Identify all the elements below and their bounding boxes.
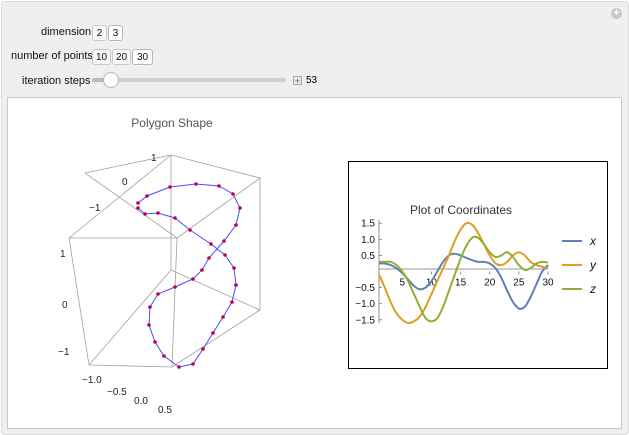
x-tick-label: 15: [455, 278, 467, 289]
x-tick-label: 30: [542, 278, 554, 289]
x-tick-label: 20: [484, 278, 496, 289]
y-tick-label: 1.0: [361, 235, 375, 246]
x-tick-label: 25: [513, 278, 525, 289]
coordinates-chart: Plot of Coordinates 5 10 15 20 25 30 1.51.00.…: [355, 203, 597, 326]
y-tick-label: −0.5: [355, 283, 375, 294]
y-tick-label: 0.5: [361, 251, 375, 262]
chart-series: [378, 221, 549, 325]
x-tick-label: 5: [400, 278, 406, 289]
legend-label-x: x: [589, 234, 597, 248]
legend-label-z: z: [589, 282, 596, 296]
chart-title: Plot of Coordinates: [410, 203, 512, 217]
legend-label-y: y: [589, 258, 597, 272]
chart-legend: xyz: [562, 234, 597, 296]
x-axis-ticks: 5 10 15 20 25 30: [400, 271, 554, 289]
y-tick-label: −1.0: [355, 299, 375, 310]
y-tick-label: 1.5: [361, 219, 375, 230]
y-axis-ticks: 1.5 1.0 0.5 −0.5 −1.0 −1.5: [355, 219, 382, 326]
y-tick-label: −1.5: [355, 315, 375, 326]
